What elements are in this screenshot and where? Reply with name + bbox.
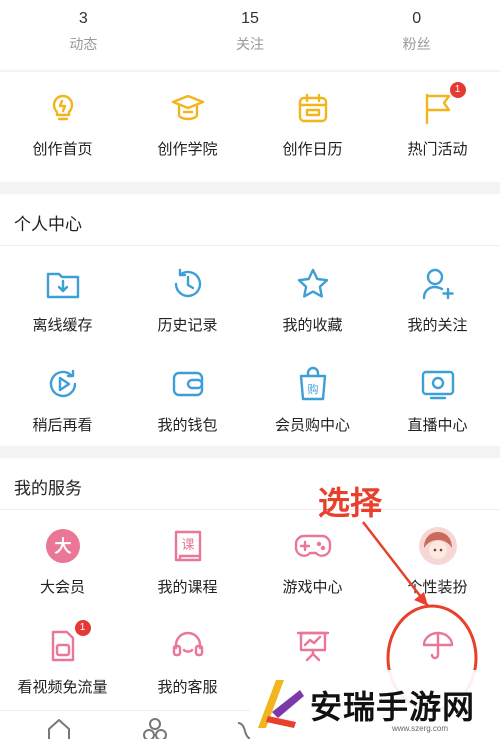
presentation-icon — [293, 626, 333, 666]
umbrella-icon — [418, 626, 458, 666]
history-label: 历史记录 — [157, 317, 218, 334]
customer-service-button[interactable]: 我的客服 — [125, 626, 250, 710]
course-glyph: 课 — [181, 538, 194, 553]
history-clock-icon — [168, 264, 208, 304]
graduation-cap-icon — [168, 88, 208, 128]
free-data-label: 看视频免流量 — [17, 679, 108, 696]
stat-fans[interactable]: 0 粉丝 — [333, 0, 500, 70]
personalize-button[interactable]: 个性装扮 — [375, 526, 500, 610]
favorites-label: 我的收藏 — [282, 317, 343, 334]
add-user-icon — [418, 264, 458, 304]
game-center-button[interactable]: 游戏中心 — [250, 526, 375, 610]
lightbulb-icon — [43, 88, 83, 128]
download-folder-icon — [43, 264, 83, 304]
wallet-button[interactable]: 我的钱包 — [125, 364, 250, 446]
stat-dynamics[interactable]: 3 动态 — [0, 0, 167, 70]
home-icon[interactable] — [46, 717, 72, 739]
vip-glyph: 大 — [54, 536, 71, 557]
personal-center-section: 个人中心 离线缓存 历史记录 我的收藏 我的关注 稍后再看 我的钱包 购 会员购… — [0, 194, 500, 446]
calendar-icon — [293, 88, 333, 128]
my-courses-label: 我的课程 — [157, 579, 218, 596]
avatar-icon — [418, 526, 458, 566]
creator-home-button[interactable]: 创作首页 — [0, 88, 125, 159]
watermark-text: 安瑞手游网 — [310, 688, 476, 725]
watch-later-label: 稍后再看 — [32, 417, 93, 434]
my-follows-button[interactable]: 我的关注 — [375, 264, 500, 346]
member-shop-label: 会员购中心 — [274, 417, 350, 434]
hot-events-badge: 1 — [449, 82, 466, 98]
star-icon — [293, 264, 333, 304]
stat-following-label: 关注 — [236, 36, 264, 52]
creator-calendar-button[interactable]: 创作日历 — [250, 88, 375, 159]
wallet-label: 我的钱包 — [157, 417, 218, 434]
vip-button[interactable]: 大 大会员 — [0, 526, 125, 610]
personal-center-title: 个人中心 — [0, 194, 500, 246]
stat-fans-count: 0 — [412, 10, 422, 27]
history-button[interactable]: 历史记录 — [125, 264, 250, 346]
personalize-label: 个性装扮 — [407, 579, 468, 596]
creator-calendar-label: 创作日历 — [282, 141, 343, 158]
member-shop-button[interactable]: 购 会员购中心 — [250, 364, 375, 446]
stat-dynamics-count: 3 — [78, 10, 88, 27]
watermark-logo — [250, 672, 306, 737]
vip-icon: 大 — [43, 526, 83, 566]
hot-events-button[interactable]: 1 热门活动 — [375, 82, 500, 159]
creator-academy-label: 创作学院 — [157, 141, 218, 158]
shopping-bag-icon: 购 — [293, 364, 333, 404]
customer-service-label: 我的客服 — [157, 679, 218, 696]
live-center-button[interactable]: 直播中心 — [375, 364, 500, 446]
wallet-icon — [168, 364, 208, 404]
creator-section: 创作首页 创作学院 创作日历 1 热门活动 — [0, 72, 500, 182]
hot-events-label: 热门活动 — [407, 141, 468, 158]
channel-icon[interactable] — [142, 717, 168, 739]
watermark: 安瑞手游网 www.szerg.com — [250, 670, 500, 739]
vip-label: 大会员 — [39, 579, 85, 596]
watermark-url: www.szerg.com — [391, 724, 448, 733]
offline-cache-button[interactable]: 离线缓存 — [0, 264, 125, 346]
my-follows-label: 我的关注 — [407, 317, 468, 334]
my-services-title: 我的服务 — [0, 458, 500, 510]
watch-later-button[interactable]: 稍后再看 — [0, 364, 125, 446]
my-courses-button[interactable]: 课 我的课程 — [125, 526, 250, 610]
course-book-icon: 课 — [168, 526, 208, 566]
sim-card-icon: 1 — [43, 620, 91, 666]
free-data-button[interactable]: 1 看视频免流量 — [0, 620, 125, 710]
free-data-badge: 1 — [74, 620, 91, 636]
game-center-label: 游戏中心 — [282, 579, 343, 596]
section-divider — [0, 182, 500, 194]
creator-home-label: 创作首页 — [32, 141, 93, 158]
live-center-label: 直播中心 — [407, 417, 468, 434]
section-divider — [0, 446, 500, 458]
stat-dynamics-label: 动态 — [69, 36, 98, 52]
stat-fans-label: 粉丝 — [402, 36, 431, 52]
stats-bar: 3 动态 15 关注 0 粉丝 — [0, 0, 500, 70]
offline-cache-label: 离线缓存 — [32, 317, 93, 334]
flag-icon: 1 — [418, 82, 466, 128]
creator-academy-button[interactable]: 创作学院 — [125, 88, 250, 159]
annotation-label: 选择 — [318, 485, 383, 521]
stat-following-count: 15 — [241, 10, 259, 27]
gamepad-icon — [293, 526, 333, 566]
stat-following[interactable]: 15 关注 — [167, 0, 334, 70]
headset-icon — [168, 626, 208, 666]
tv-icon — [418, 364, 458, 404]
play-later-icon — [43, 364, 83, 404]
favorites-button[interactable]: 我的收藏 — [250, 264, 375, 346]
svg-text:购: 购 — [307, 382, 318, 396]
